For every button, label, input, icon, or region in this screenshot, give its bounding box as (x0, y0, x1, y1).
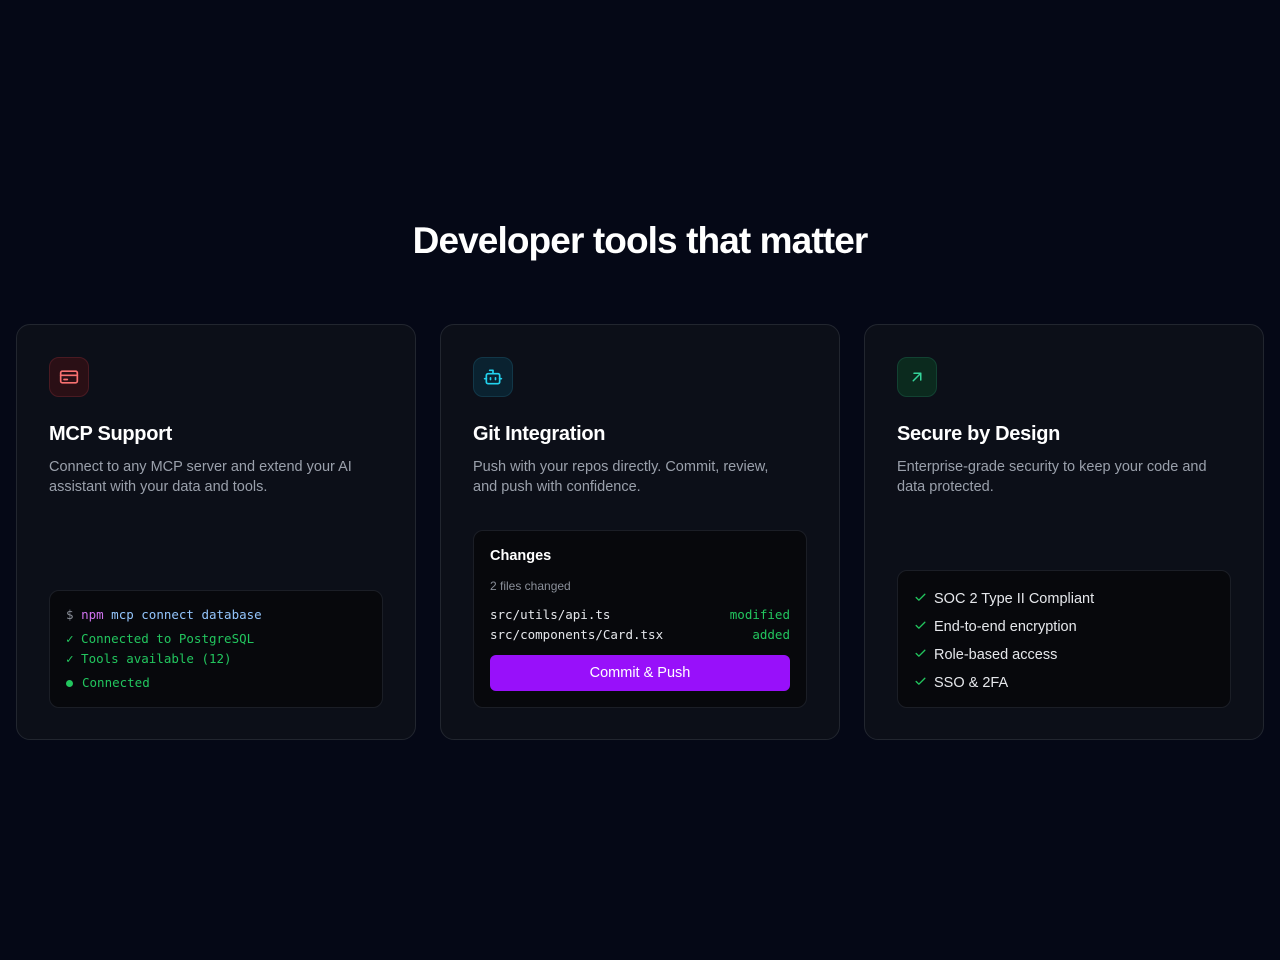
card-title: MCP Support (49, 423, 172, 445)
feature-card-git: Git Integration Push with your repos dir… (440, 324, 840, 740)
list-item: Role-based access (914, 641, 1214, 669)
feature-label: SOC 2 Type II Compliant (934, 591, 1095, 607)
list-item: End-to-end encryption (914, 613, 1214, 641)
file-row: src/utils/api.ts modified (490, 605, 790, 625)
feature-label: Role-based access (934, 647, 1058, 663)
card-description: Push with your repos directly. Commit, r… (473, 459, 769, 495)
terminal-command-line: $ npm mcp connect database (66, 605, 366, 625)
security-features-list: SOC 2 Type II Compliant End-to-end encry… (897, 570, 1231, 708)
file-status: added (752, 627, 790, 642)
commit-push-button[interactable]: Commit & Push (490, 655, 790, 691)
terminal-panel: $ npm mcp connect database ✓ Connected t… (49, 590, 383, 708)
terminal-npm: npm (81, 607, 104, 622)
file-name: src/components/Card.tsx (490, 627, 664, 642)
files-changed-count: 2 files changed (490, 579, 571, 593)
check-icon (914, 591, 934, 607)
feature-label: End-to-end encryption (934, 619, 1077, 635)
list-item: SOC 2 Type II Compliant (914, 585, 1214, 613)
list-item: SSO & 2FA (914, 669, 1214, 697)
terminal-prompt: $ (66, 607, 74, 622)
check-icon (914, 647, 934, 663)
file-row: src/components/Card.tsx added (490, 625, 790, 645)
git-changes-panel: Changes 2 files changed src/utils/api.ts… (473, 530, 807, 708)
card-description: Connect to any MCP server and extend you… (49, 459, 352, 495)
section-heading: Developer tools that matter (412, 220, 869, 261)
status-label: Connected (82, 675, 150, 690)
terminal-output-line: ✓ Tools available (12) (66, 651, 232, 666)
changed-files-list: src/utils/api.ts modified src/components… (490, 605, 790, 645)
feature-card-mcp: MCP Support Connect to any MCP server an… (16, 324, 416, 740)
check-icon (914, 619, 934, 635)
connection-status: Connected (66, 673, 366, 693)
arrow-up-right-icon (897, 357, 937, 397)
card-title: Secure by Design (897, 423, 1061, 445)
terminal-output-line: ✓ Connected to PostgreSQL (66, 631, 255, 646)
feature-label: SSO & 2FA (934, 675, 1009, 691)
card-description: Enterprise-grade security to keep your c… (897, 459, 1207, 495)
credit-card-icon (49, 357, 89, 397)
file-status: modified (729, 607, 790, 622)
card-title: Git Integration (473, 423, 606, 445)
changes-title: Changes (490, 548, 552, 564)
check-icon (914, 675, 934, 691)
terminal-command: mcp connect database (111, 607, 262, 622)
feature-card-security: Secure by Design Enterprise-grade securi… (864, 324, 1264, 740)
status-dot-icon (66, 679, 73, 687)
file-name: src/utils/api.ts (490, 607, 611, 622)
bot-icon (473, 357, 513, 397)
